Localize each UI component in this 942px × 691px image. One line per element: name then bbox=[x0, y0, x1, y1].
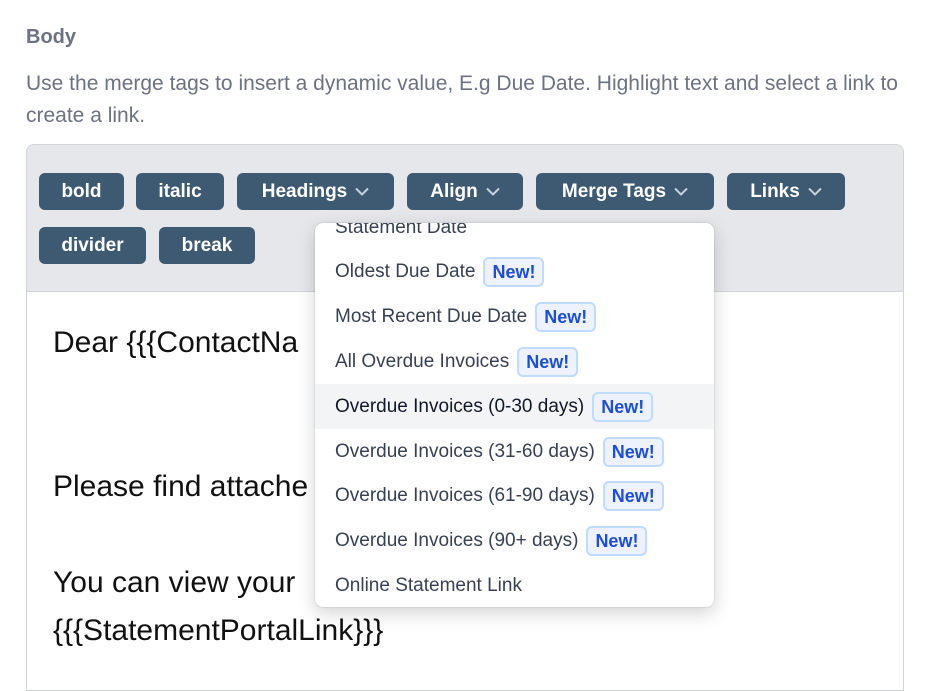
new-badge: New! bbox=[602, 480, 664, 511]
new-badge: New! bbox=[592, 391, 654, 422]
chevron-down-icon bbox=[355, 187, 369, 196]
headings-dropdown-button[interactable]: Headings bbox=[237, 173, 394, 210]
merge-tag-option-label: Overdue Invoices (90+ days) bbox=[335, 529, 579, 551]
new-badge: New! bbox=[517, 346, 579, 377]
merge-tag-option-label: Overdue Invoices (61-90 days) bbox=[335, 484, 595, 506]
italic-button-label: italic bbox=[158, 180, 202, 202]
chevron-down-icon bbox=[486, 187, 500, 196]
bold-button[interactable]: bold bbox=[39, 173, 124, 210]
links-dropdown-button[interactable]: Links bbox=[727, 173, 845, 210]
merge-tag-option[interactable]: Statement Date bbox=[315, 223, 714, 250]
editor-line-greeting: Dear {{{ContactNa bbox=[53, 326, 299, 359]
merge-tag-option[interactable]: Overdue Invoices (90+ days) New! bbox=[315, 518, 714, 563]
divider-button[interactable]: divider bbox=[39, 227, 146, 264]
merge-tag-option[interactable]: Online Statement Link bbox=[315, 563, 714, 607]
merge-tag-option-label: Overdue Invoices (31-60 days) bbox=[335, 440, 595, 462]
chevron-down-icon bbox=[674, 187, 688, 196]
merge-tag-option-label: Oldest Due Date bbox=[335, 260, 476, 282]
merge-tags-menu: Statement Date Oldest Due Date New! Most… bbox=[315, 223, 714, 607]
body-field-label: Body bbox=[26, 26, 76, 48]
new-badge: New! bbox=[535, 301, 597, 332]
merge-tag-option-label: Statement Date bbox=[335, 223, 468, 238]
merge-tag-option-highlighted[interactable]: Overdue Invoices (0-30 days) New! bbox=[315, 384, 714, 429]
body-field-help-text: Use the merge tags to insert a dynamic v… bbox=[26, 72, 898, 127]
new-badge: New! bbox=[602, 436, 664, 467]
merge-tag-option-label: Online Statement Link bbox=[335, 574, 522, 596]
merge-tag-option[interactable]: All Overdue Invoices New! bbox=[315, 339, 714, 384]
merge-tag-option[interactable]: Overdue Invoices (61-90 days) New! bbox=[315, 473, 714, 518]
editor-line-portal-link: {{{StatementPortalLink}}} bbox=[53, 614, 384, 647]
merge-tags-button-label: Merge Tags bbox=[561, 180, 667, 202]
merge-tag-option[interactable]: Oldest Due Date New! bbox=[315, 249, 714, 294]
italic-button[interactable]: italic bbox=[136, 173, 224, 210]
new-badge: New! bbox=[586, 525, 648, 556]
editor-line-attached: Please find attache bbox=[53, 470, 309, 503]
headings-button-label: Headings bbox=[261, 180, 348, 202]
align-dropdown-button[interactable]: Align bbox=[407, 173, 523, 210]
merge-tag-option-label: Most Recent Due Date bbox=[335, 305, 528, 327]
links-button-label: Links bbox=[750, 180, 800, 202]
align-button-label: Align bbox=[430, 180, 478, 202]
merge-tag-option-label: All Overdue Invoices bbox=[335, 350, 510, 372]
chevron-down-icon bbox=[808, 187, 822, 196]
divider-button-label: divider bbox=[61, 234, 124, 256]
merge-tag-option-label: Overdue Invoices (0-30 days) bbox=[335, 395, 585, 417]
merge-tag-option[interactable]: Overdue Invoices (31-60 days) New! bbox=[315, 429, 714, 474]
editor-line-view: You can view your bbox=[53, 566, 296, 599]
new-badge: New! bbox=[483, 256, 545, 287]
merge-tag-option[interactable]: Most Recent Due Date New! bbox=[315, 294, 714, 339]
break-button[interactable]: break bbox=[159, 227, 255, 264]
bold-button-label: bold bbox=[61, 180, 102, 202]
merge-tags-dropdown-button[interactable]: Merge Tags bbox=[536, 173, 714, 210]
break-button-label: break bbox=[181, 234, 233, 256]
